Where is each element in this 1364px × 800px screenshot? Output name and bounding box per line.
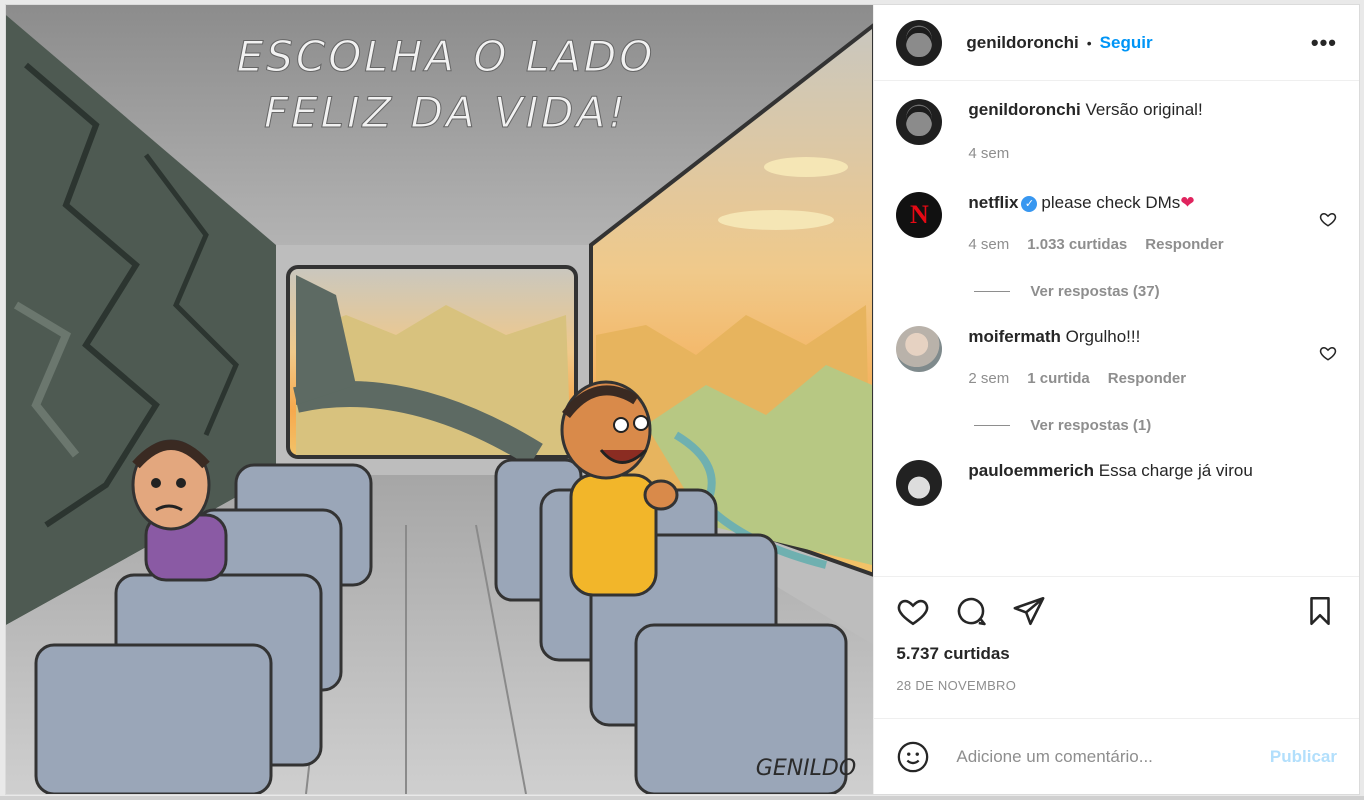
heart-icon[interactable] xyxy=(1319,210,1337,228)
comment-input[interactable] xyxy=(954,745,1270,768)
author-username[interactable]: genildoronchi xyxy=(966,33,1078,53)
replies-line xyxy=(974,425,1011,426)
instagram-post: ESCOLHA O LADO FELIZ DA VIDA! GENILDO ge… xyxy=(5,4,1360,795)
comment-username[interactable]: netflix xyxy=(968,193,1018,212)
post-actions xyxy=(874,576,1359,644)
post-side-panel: genildoronchi • Seguir ••• genildoronchi… xyxy=(873,5,1359,794)
view-replies-label: Ver respostas (1) xyxy=(1030,417,1152,434)
post-image[interactable]: ESCOLHA O LADO FELIZ DA VIDA! GENILDO xyxy=(6,5,874,794)
view-replies-button[interactable]: Ver respostas (37) xyxy=(968,283,1337,300)
follow-button[interactable]: Seguir xyxy=(1100,33,1153,53)
bookmark-icon[interactable] xyxy=(1303,594,1337,628)
comment-username[interactable]: moifermath xyxy=(968,327,1061,346)
share-icon[interactable] xyxy=(1012,594,1046,628)
avatar[interactable] xyxy=(896,326,943,372)
avatar[interactable] xyxy=(896,99,943,145)
comment-username[interactable]: genildoronchi xyxy=(968,100,1080,119)
comment-item: N netflix ✓ please check DMs❤ 4 sem 1.033 c… xyxy=(896,192,1337,300)
view-replies-button[interactable]: Ver respostas (1) xyxy=(968,417,1337,434)
cartoon-illustration: ESCOLHA O LADO FELIZ DA VIDA! GENILDO xyxy=(6,5,874,794)
likes-count[interactable]: 5.737 curtidas xyxy=(874,644,1359,668)
post-date[interactable]: 28 DE NOVEMBRO xyxy=(874,668,1359,718)
replies-line xyxy=(974,291,1011,292)
title-line-1: ESCOLHA O LADO xyxy=(237,32,656,81)
avatar[interactable]: N xyxy=(896,192,943,238)
page-bottom-edge xyxy=(0,796,1364,800)
heart-icon[interactable] xyxy=(896,594,930,628)
comment-text: please check DMs xyxy=(1041,193,1181,212)
avatar[interactable] xyxy=(896,19,943,66)
comment-time[interactable]: 4 sem xyxy=(968,145,1009,162)
comment-time[interactable]: 2 sem xyxy=(968,370,1009,387)
comment-item: pauloemmerich Essa charge já virou xyxy=(896,460,1337,506)
publish-button[interactable]: Publicar xyxy=(1270,747,1337,767)
comments-list[interactable]: genildoronchi Versão original! 4 sem N n… xyxy=(874,81,1359,576)
comment-likes[interactable]: 1.033 curtidas xyxy=(1027,236,1127,253)
separator-dot: • xyxy=(1086,34,1092,51)
artist-signature: GENILDO xyxy=(756,756,856,781)
avatar[interactable] xyxy=(896,460,943,506)
comment-text: Versão original! xyxy=(1085,100,1203,119)
heart-icon[interactable] xyxy=(1319,344,1337,362)
view-replies-label: Ver respostas (37) xyxy=(1030,283,1160,300)
title-line-2: FELIZ DA VIDA! xyxy=(264,88,628,137)
post-header: genildoronchi • Seguir ••• xyxy=(874,5,1359,81)
comment-username[interactable]: pauloemmerich xyxy=(968,461,1094,480)
red-heart-emoji: ❤ xyxy=(1180,193,1195,212)
comment-likes[interactable]: 1 curtida xyxy=(1027,370,1090,387)
reply-button[interactable]: Responder xyxy=(1108,370,1186,387)
reply-button[interactable]: Responder xyxy=(1145,236,1223,253)
comment-text: Orgulho!!! xyxy=(1065,327,1141,346)
emoji-icon[interactable] xyxy=(896,740,930,774)
more-options-icon[interactable]: ••• xyxy=(1311,30,1337,56)
comment-item: moifermath Orgulho!!! 2 sem 1 curtida Resp… xyxy=(896,326,1337,434)
comment-text: Essa charge já virou xyxy=(1098,461,1253,480)
add-comment-bar: Publicar xyxy=(874,718,1359,794)
caption: genildoronchi Versão original! 4 sem xyxy=(896,99,1337,162)
verified-badge-icon: ✓ xyxy=(1021,196,1038,212)
comment-icon[interactable] xyxy=(954,594,988,628)
comment-time[interactable]: 4 sem xyxy=(968,236,1009,253)
